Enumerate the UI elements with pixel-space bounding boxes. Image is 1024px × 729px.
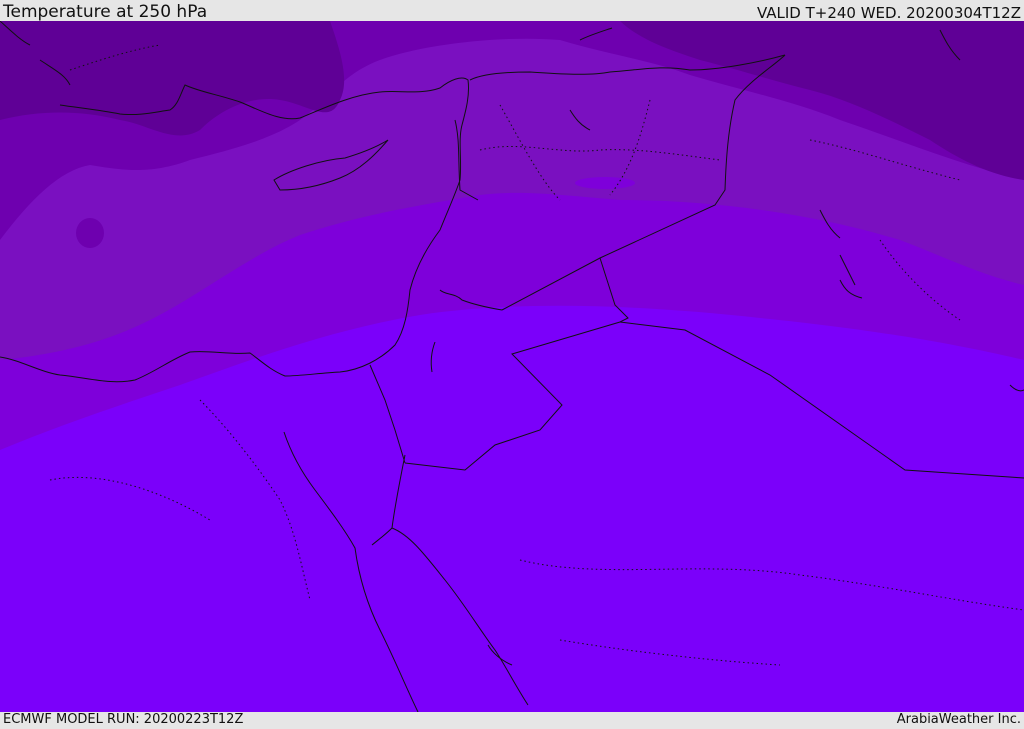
map-canvas xyxy=(0,21,1024,712)
model-run-label: ECMWF MODEL RUN: 20200223T12Z xyxy=(3,712,244,727)
temperature-map[interactable] xyxy=(0,21,1024,712)
valid-time-label: VALID T+240 WED. 20200304T12Z xyxy=(756,4,1021,22)
header-bar: Temperature at 250 hPa VALID T+240 WED. … xyxy=(0,0,1024,22)
cold-pocket xyxy=(76,218,104,248)
map-title: Temperature at 250 hPa xyxy=(3,2,208,22)
footer-bar: ECMWF MODEL RUN: 20200223T12Z ArabiaWeat… xyxy=(0,712,1024,729)
credit-label: ArabiaWeather Inc. xyxy=(896,712,1021,727)
cool-pocket xyxy=(575,177,635,189)
